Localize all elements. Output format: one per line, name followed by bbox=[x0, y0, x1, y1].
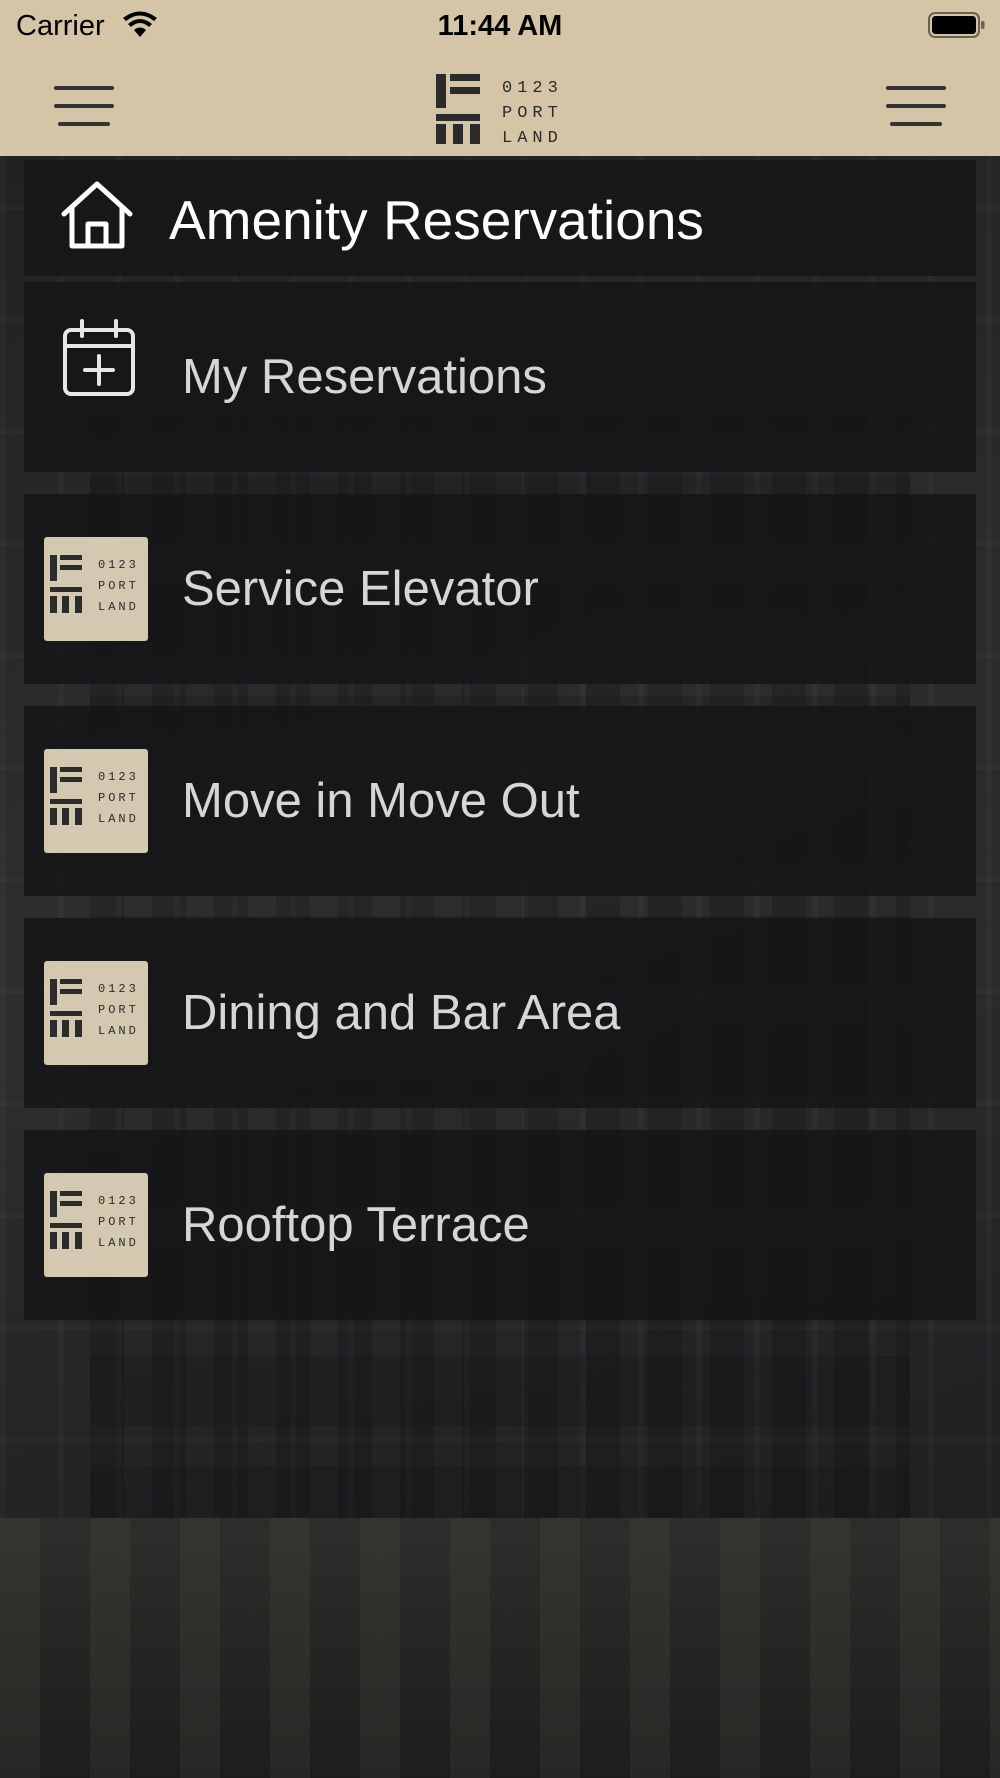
list-item-my-reservations[interactable]: My Reservations bbox=[24, 282, 976, 472]
logo-line-1: 0123 bbox=[98, 982, 139, 996]
logo-line-2: PORT bbox=[98, 579, 139, 593]
navigation-bar: 0123 PORT LAND bbox=[0, 52, 1000, 156]
logo-line-1: 0123 bbox=[98, 1194, 139, 1208]
calendar-plus-icon bbox=[63, 319, 135, 396]
list-item-label: Move in Move Out bbox=[182, 774, 580, 828]
logo-line-1: 0123 bbox=[98, 558, 139, 572]
home-icon[interactable] bbox=[58, 180, 136, 250]
logo-line-3: LAND bbox=[98, 1024, 139, 1038]
list-item-label: My Reservations bbox=[182, 350, 547, 404]
list-item-rooftop-terrace[interactable]: 0123 PORT LAND Rooftop Terrace bbox=[24, 1130, 976, 1320]
portland-logo-thumbnail: 0123 PORT LAND bbox=[44, 961, 148, 1065]
logo-line-2: PORT bbox=[98, 1215, 139, 1229]
portland-logo-thumbnail: 0123 PORT LAND bbox=[44, 749, 148, 853]
list-item-move-in-move-out[interactable]: 0123 PORT LAND Move in Move Out bbox=[24, 706, 976, 896]
portland-logo: 0123 PORT LAND bbox=[436, 74, 562, 144]
logo-line-3: LAND bbox=[98, 600, 139, 614]
page-header: Amenity Reservations bbox=[24, 160, 976, 276]
logo-line-2: PORT bbox=[98, 791, 139, 805]
logo-line-3: LAND bbox=[98, 812, 139, 826]
logo-line-3: LAND bbox=[502, 129, 562, 144]
logo-line-2: PORT bbox=[502, 104, 562, 123]
list-item-label: Service Elevator bbox=[182, 562, 539, 616]
list-item-dining-and-bar-area[interactable]: 0123 PORT LAND Dining and Bar Area bbox=[24, 918, 976, 1108]
portland-logo-thumbnail: 0123 PORT LAND bbox=[44, 1173, 148, 1277]
logo-line-1: 0123 bbox=[98, 770, 139, 784]
logo-line-2: PORT bbox=[98, 1003, 139, 1017]
status-bar: Carrier 11:44 AM bbox=[0, 0, 1000, 52]
street-level bbox=[0, 1518, 1000, 1778]
logo-line-3: LAND bbox=[98, 1236, 139, 1250]
logo-line-1: 0123 bbox=[502, 79, 562, 98]
right-hamburger-menu-icon[interactable] bbox=[886, 84, 946, 130]
page-title: Amenity Reservations bbox=[169, 189, 704, 251]
list-item-label: Rooftop Terrace bbox=[182, 1198, 530, 1252]
portland-logo-thumbnail: 0123 PORT LAND bbox=[44, 537, 148, 641]
list-item-label: Dining and Bar Area bbox=[182, 986, 621, 1040]
status-time: 11:44 AM bbox=[437, 10, 563, 42]
list-item-service-elevator[interactable]: 0123 PORT LAND Service Elevator bbox=[24, 494, 976, 684]
left-hamburger-menu-icon[interactable] bbox=[54, 84, 114, 130]
battery-full-icon bbox=[928, 12, 985, 38]
